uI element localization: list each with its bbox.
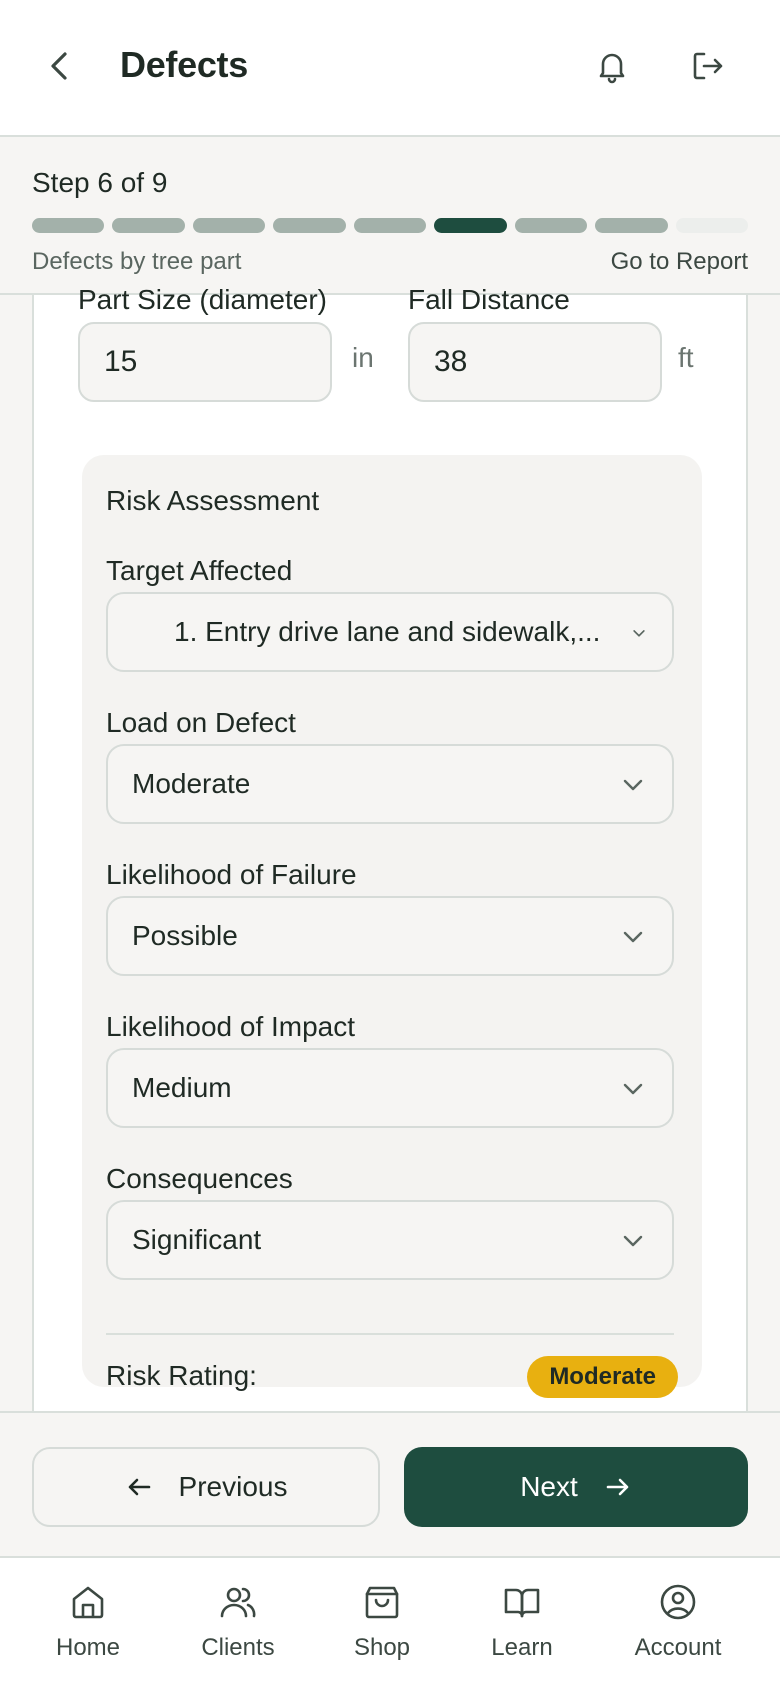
risk-rating-label: Risk Rating: (106, 1360, 257, 1391)
users-icon (220, 1587, 256, 1618)
step-counter: Step 6 of 9 (32, 167, 168, 198)
fall-distance-input[interactable]: 38 (408, 322, 662, 402)
likelihood-impact-select[interactable]: Medium (106, 1048, 674, 1128)
part-size-unit: in (352, 342, 374, 373)
bottom-tab-bar: Home Clients Shop Learn Account (0, 1558, 780, 1688)
target-affected-select[interactable]: 1. Entry drive lane and sidewalk,... (106, 592, 674, 672)
tab-home-label: Home (55, 1634, 121, 1661)
arrow-left-icon (128, 1478, 150, 1496)
likelihood-impact-value: Medium (132, 1072, 232, 1103)
next-button[interactable]: Next (404, 1447, 748, 1527)
progress-segment-3 (192, 218, 266, 233)
likelihood-failure-label: Likelihood of Failure (106, 859, 357, 890)
step-navigation: Previous Next (0, 1411, 780, 1558)
shopping-bag-icon (365, 1586, 399, 1619)
tab-learn-label: Learn (491, 1634, 553, 1661)
likelihood-impact-label: Likelihood of Impact (106, 1011, 356, 1042)
consequences-value: Significant (132, 1224, 262, 1255)
tab-shop[interactable]: Shop (307, 1582, 457, 1662)
progress-segment-9 (675, 218, 748, 233)
next-label: Next (520, 1471, 578, 1502)
load-on-defect-select[interactable]: Moderate (106, 744, 674, 824)
go-to-report-link[interactable]: Go to Report (611, 248, 748, 276)
defect-form-card: Part Size (diameter) 15 in Fall Distance… (32, 284, 748, 1411)
progress-segment-2 (112, 218, 185, 233)
chevron-down-icon (623, 931, 643, 943)
chevron-left-icon (51, 52, 67, 80)
logout-icon (693, 52, 723, 80)
progress-segment-7 (514, 218, 588, 233)
target-affected-value: 1. Entry drive lane and sidewalk,... (174, 616, 601, 647)
consequences-label: Consequences (106, 1163, 293, 1194)
progress-segments (32, 218, 748, 233)
progress-segment-6 (434, 218, 507, 233)
notifications-button[interactable] (592, 46, 632, 86)
tab-account[interactable]: Account (603, 1582, 753, 1662)
bell-icon (599, 53, 625, 84)
risk-rating-badge: Moderate (527, 1356, 678, 1398)
progress-segment-4 (273, 218, 346, 233)
likelihood-failure-value: Possible (132, 920, 238, 951)
risk-assessment-panel: Risk Assessment Target Affected 1. Entry… (82, 455, 702, 1398)
part-size-label: Part Size (diameter) (78, 284, 327, 315)
risk-divider (106, 1333, 674, 1335)
tab-learn[interactable]: Learn (447, 1582, 597, 1662)
risk-assessment-title: Risk Assessment (106, 485, 320, 516)
home-icon (72, 1586, 104, 1619)
load-on-defect-value: Moderate (132, 768, 251, 799)
previous-button[interactable]: Previous (32, 1447, 380, 1527)
book-icon (504, 1588, 540, 1618)
back-button[interactable] (40, 46, 80, 86)
part-size-input[interactable]: 15 (78, 322, 332, 402)
step-progress: Step 6 of 9 Defects by tree part Go to R… (0, 137, 780, 295)
logout-button[interactable] (688, 46, 728, 86)
tab-clients-label: Clients (201, 1634, 275, 1661)
progress-segment-8 (595, 218, 668, 233)
chevron-down-icon (633, 630, 645, 637)
fall-distance-unit: ft (678, 342, 694, 373)
tab-shop-label: Shop (353, 1634, 411, 1661)
tab-home[interactable]: Home (13, 1582, 163, 1662)
arrow-right-icon (606, 1478, 629, 1496)
tab-clients[interactable]: Clients (163, 1582, 313, 1662)
account-icon (660, 1584, 696, 1620)
fall-distance-label: Fall Distance (408, 284, 570, 315)
app-header: Defects (0, 0, 780, 137)
likelihood-failure-select[interactable]: Possible (106, 896, 674, 976)
page-title: Defects (120, 44, 248, 85)
chevron-down-icon (623, 779, 643, 791)
target-affected-label: Target Affected (106, 555, 293, 586)
step-subtitle: Defects by tree part (32, 248, 242, 275)
chevron-down-icon (623, 1235, 643, 1247)
progress-segment-5 (353, 218, 427, 233)
chevron-down-icon (623, 1083, 643, 1095)
tab-account-label: Account (634, 1634, 722, 1661)
load-on-defect-label: Load on Defect (106, 707, 296, 738)
consequences-select[interactable]: Significant (106, 1200, 674, 1280)
progress-segment-1 (32, 218, 105, 233)
previous-label: Previous (178, 1471, 288, 1502)
